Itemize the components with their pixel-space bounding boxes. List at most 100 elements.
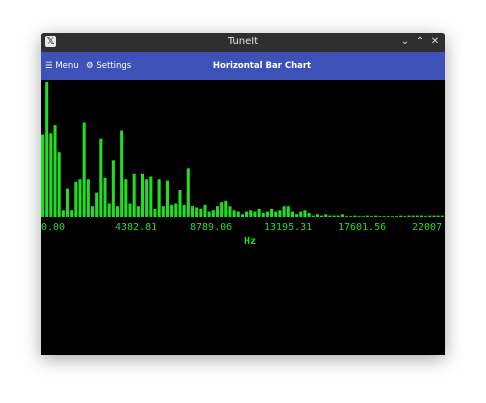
menu-button[interactable]: ☰ Menu (45, 61, 79, 71)
bar (165, 180, 170, 217)
bar (290, 211, 294, 217)
bar (120, 130, 124, 217)
bar (436, 215, 440, 217)
x-tick-label: 4382.81 (115, 222, 157, 233)
bar (274, 211, 278, 217)
bar (415, 215, 419, 217)
bar (145, 179, 149, 217)
bar (124, 179, 128, 217)
x-tick-label: 22007 (412, 222, 442, 233)
bar (399, 215, 403, 217)
minimize-icon[interactable]: ⌄ (399, 36, 411, 48)
close-icon[interactable]: ✕ (429, 36, 441, 48)
bar (311, 215, 315, 217)
app-window: 𝕏 TuneIt ⌄ ⌃ ✕ ☰ Menu ⚙ Settings Horizon… (41, 33, 445, 355)
bar (324, 214, 328, 217)
bar (390, 216, 394, 217)
bar (253, 211, 257, 217)
bar (407, 215, 411, 217)
bar (211, 210, 215, 217)
bar (361, 216, 365, 217)
bar (282, 206, 286, 217)
bar (41, 134, 45, 217)
bar (186, 168, 190, 217)
bar (190, 206, 194, 217)
bar (299, 211, 303, 217)
bar (149, 176, 153, 217)
bar (65, 188, 70, 217)
bar (345, 216, 349, 217)
bar (403, 216, 407, 217)
bar (78, 179, 82, 217)
x-tick-label: 17601.56 (338, 222, 386, 233)
x-tick-label: 13195.31 (264, 222, 312, 233)
bar (182, 204, 186, 217)
x-tick-label: 8789.06 (190, 222, 232, 233)
bar (174, 203, 178, 217)
bar (307, 212, 311, 217)
bar (228, 206, 232, 217)
bar (328, 215, 332, 217)
bar (370, 216, 374, 217)
bar (349, 216, 353, 217)
bar (207, 211, 211, 217)
bar (224, 200, 228, 217)
bar (395, 216, 399, 217)
title-bar: 𝕏 TuneIt ⌄ ⌃ ✕ (41, 33, 445, 52)
settings-button[interactable]: ⚙ Settings (86, 61, 131, 71)
bar (90, 206, 95, 217)
bar (424, 216, 428, 217)
bar (270, 208, 274, 217)
bar (195, 207, 199, 217)
bar (440, 215, 444, 217)
bar (86, 179, 90, 217)
bar (111, 160, 115, 217)
bar (74, 181, 78, 217)
bar (61, 210, 65, 217)
page-title: Horizontal Bar Chart (212, 61, 312, 71)
x-tick-labels: 0.00 4382.81 8789.06 13195.31 17601.56 22007 (41, 222, 442, 233)
bar (286, 206, 290, 217)
bar (428, 215, 432, 217)
bar (386, 216, 390, 217)
bar (45, 82, 49, 217)
bar (245, 211, 249, 217)
bar (157, 179, 161, 217)
bar (107, 203, 111, 217)
window-title: TuneIt (227, 36, 259, 47)
bar (236, 211, 240, 217)
bar (365, 215, 369, 217)
bar (161, 206, 165, 217)
bar (49, 133, 53, 217)
x-tick-label: 0.00 (41, 222, 65, 233)
maximize-icon[interactable]: ⌃ (414, 36, 426, 48)
bar (411, 215, 415, 217)
bar (303, 210, 307, 217)
bar (320, 215, 324, 217)
bar (203, 204, 207, 217)
chart-area: 0.00 4382.81 8789.06 13195.31 17601.56 22007 … (41, 80, 445, 355)
bar (170, 204, 174, 217)
bar (382, 216, 386, 217)
bar (215, 206, 219, 217)
bar (70, 210, 74, 217)
bars-group (41, 82, 444, 217)
bar (249, 210, 253, 217)
bar (140, 173, 145, 217)
bar (332, 215, 336, 217)
bar (261, 212, 265, 217)
bar (57, 152, 61, 217)
bar (82, 122, 86, 217)
bar (232, 210, 236, 217)
toolbar: ☰ Menu ⚙ Settings Horizontal Bar Chart (41, 52, 445, 80)
bar (378, 216, 382, 217)
bar (340, 214, 344, 217)
bar (95, 192, 99, 217)
bar (136, 206, 140, 217)
bar (265, 211, 269, 217)
bar (153, 208, 157, 217)
bar (220, 202, 224, 217)
bar (374, 215, 378, 217)
bar (295, 214, 299, 217)
bar (199, 208, 203, 217)
